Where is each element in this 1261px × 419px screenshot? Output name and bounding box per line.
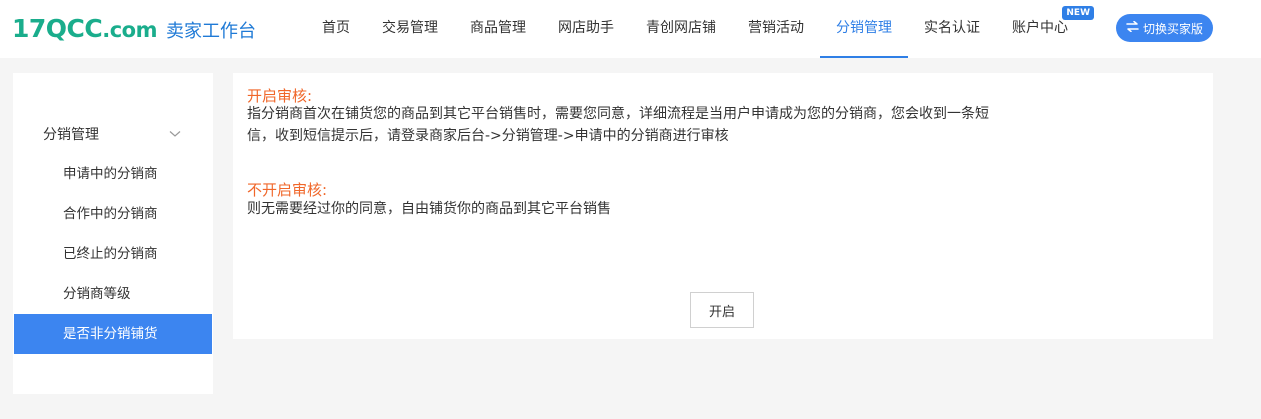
top-header: 17QCC.com 卖家工作台 首页 交易管理 商品管理 网店助手 青创网店铺 … [0, 0, 1261, 58]
nav-shop-assistant-label: 网店助手 [558, 20, 614, 36]
sidebar-item-label: 已终止的分销商 [63, 246, 158, 262]
nav-trade-label: 交易管理 [382, 20, 438, 36]
nav-qingchuang-shop-label: 青创网店铺 [646, 20, 716, 36]
nav-marketing-label: 营销活动 [748, 20, 804, 36]
nav-products[interactable]: 商品管理 [454, 0, 542, 58]
sidebar-item-label: 分销商等级 [63, 286, 131, 302]
sidebar-item-levels[interactable]: 分销商等级 [14, 274, 212, 314]
nav-shop-assistant[interactable]: 网店助手 [542, 0, 630, 58]
nav-marketing[interactable]: 营销活动 [732, 0, 820, 58]
sidebar-group-label: 分销管理 [43, 127, 99, 143]
main-nav: 首页 交易管理 商品管理 网店助手 青创网店铺 营销活动 分销管理 实名认证 账… [306, 0, 1094, 58]
nav-distribution[interactable]: 分销管理 [820, 0, 908, 58]
main-panel: 开启审核: 指分销商首次在铺货您的商品到其它平台销售时，需要您同意，详细流程是当… [233, 73, 1213, 339]
enable-review-text-line2: 信，收到短信提示后，请登录商家后台->分销管理->申请中的分销商进行审核 [247, 128, 729, 144]
sidebar-item-terminated[interactable]: 已终止的分销商 [14, 234, 212, 274]
chevron-down-icon [169, 126, 181, 142]
nav-account[interactable]: 账户中心 NEW [996, 0, 1094, 58]
sidebar-item-label: 合作中的分销商 [63, 206, 158, 222]
sidebar-item-distribution-toggle[interactable]: 是否非分销铺货 [14, 314, 212, 354]
nav-products-label: 商品管理 [470, 20, 526, 36]
sidebar-item-cooperating[interactable]: 合作中的分销商 [14, 194, 212, 234]
disable-review-title: 不开启审核: [247, 181, 328, 199]
sidebar: 分销管理 申请中的分销商 合作中的分销商 已终止的分销商 分销商等级 是否非分销… [13, 73, 213, 394]
nav-qingchuang-shop[interactable]: 青创网店铺 [630, 0, 732, 58]
nav-home[interactable]: 首页 [306, 0, 366, 58]
nav-distribution-label: 分销管理 [836, 20, 892, 36]
new-badge: NEW [1062, 6, 1094, 20]
switch-to-buyer-button[interactable]: 切换买家版 [1116, 14, 1213, 42]
nav-home-label: 首页 [322, 20, 350, 36]
nav-verification-label: 实名认证 [924, 20, 980, 36]
logo-mark: 17QCC.com [12, 14, 157, 43]
enable-review-text: 指分销商首次在铺货您的商品到其它平台销售时，需要您同意，详细流程是当用户申请成为… [247, 103, 1057, 147]
sidebar-item-applying[interactable]: 申请中的分销商 [14, 154, 212, 194]
switch-to-buyer-label: 切换买家版 [1142, 21, 1203, 36]
sidebar-item-label: 是否非分销铺货 [63, 326, 158, 342]
sidebar-item-label: 申请中的分销商 [63, 166, 158, 182]
sidebar-group-distribution[interactable]: 分销管理 [13, 116, 213, 152]
nav-account-label: 账户中心 [1012, 20, 1068, 36]
logo-subtitle: 卖家工作台 [166, 21, 256, 42]
site-logo[interactable]: 17QCC.com 卖家工作台 [12, 14, 256, 44]
disable-review-text: 则无需要经过你的同意，自由铺货你的商品到其它平台销售 [247, 201, 611, 217]
nav-trade[interactable]: 交易管理 [366, 0, 454, 58]
enable-review-text-line1: 指分销商首次在铺货您的商品到其它平台销售时，需要您同意，详细流程是当用户申请成为… [247, 106, 989, 122]
nav-verification[interactable]: 实名认证 [908, 0, 996, 58]
enable-button[interactable]: 开启 [690, 292, 754, 328]
swap-icon [1126, 20, 1139, 35]
